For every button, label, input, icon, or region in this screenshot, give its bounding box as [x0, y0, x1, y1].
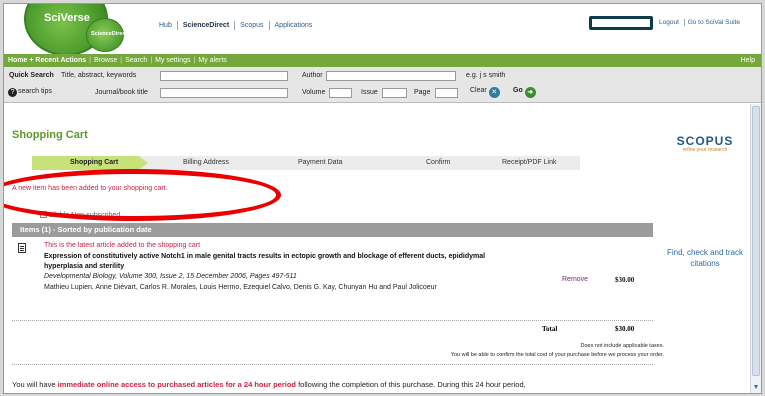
quick-search-title: Quick Search: [9, 72, 54, 79]
clear-x-icon: ✕: [488, 87, 500, 98]
top-nav: Hub ScienceDirect Scopus Applications: [154, 21, 317, 30]
scroll-down-icon[interactable]: ▼: [752, 383, 760, 393]
section-divider: [12, 364, 653, 365]
step-receipt-pdf: Receipt/PDF Link: [502, 159, 557, 166]
nav-hub[interactable]: Hub: [154, 21, 177, 30]
checkout-steps: Shopping Cart Billing Address Payment Da…: [32, 156, 580, 170]
item-price: $30.00: [615, 276, 635, 284]
tax-note: Does not include applicable taxes.: [580, 343, 664, 349]
browser-frame: SciVerse ScienceDirect Hub ScienceDirect…: [3, 3, 762, 394]
journal-input[interactable]: [160, 88, 288, 98]
step-payment-data: Payment Data: [298, 159, 343, 166]
logout-link[interactable]: Logout: [656, 19, 682, 26]
latest-article-note: This is the latest article added to the …: [44, 242, 201, 249]
cart-item: This is the latest article added to the …: [12, 241, 653, 321]
nav-search[interactable]: Search: [125, 57, 147, 64]
scopus-promo[interactable]: SCOPUS refine your research: [664, 134, 746, 153]
access-text-highlight: immediate online access to purchased art…: [57, 380, 297, 389]
sciencedirect-logo-text: ScienceDirect: [91, 31, 128, 37]
sciencedirect-logo[interactable]: ScienceDirect: [86, 18, 128, 52]
clear-button-label: Clear: [470, 87, 487, 94]
author-input[interactable]: [326, 71, 456, 81]
go-button-label: Go: [513, 87, 523, 94]
access-text-end: following the completion of this purchas…: [296, 380, 526, 389]
nav-applications[interactable]: Applications: [268, 21, 318, 30]
scival-link[interactable]: Go to SciVal Suite: [683, 19, 743, 26]
total-label: Total: [542, 325, 558, 333]
article-authors: Mathieu Lupien, Anne Diévart, Carlos R. …: [44, 284, 437, 291]
nav-my-alerts[interactable]: My alerts: [198, 57, 226, 64]
quick-search-panel: Quick Search Title, abstract, keywords A…: [4, 67, 761, 103]
step-billing-address: Billing Address: [183, 159, 229, 166]
document-icon: [18, 243, 26, 253]
issue-input[interactable]: [382, 88, 407, 98]
scrollbar-thumb[interactable]: [752, 106, 760, 376]
journal-label: Journal/book title: [95, 89, 148, 96]
step-shopping-cart: Shopping Cart: [32, 156, 148, 170]
page-input[interactable]: [435, 88, 458, 98]
title-abstract-label: Title, abstract, keywords: [61, 72, 137, 79]
nav-my-settings[interactable]: My settings: [155, 57, 190, 64]
article-journal: Developmental Biology, Volume 300, Issue…: [44, 273, 297, 280]
step-confirm: Confirm: [426, 159, 451, 166]
access-info: You will have immediate online access to…: [12, 380, 652, 389]
nav-home-recent[interactable]: Home + Recent Actions: [8, 57, 86, 64]
issue-label: Issue: [361, 89, 378, 96]
page-title: Shopping Cart: [12, 129, 88, 141]
clear-button[interactable]: Clear ✕: [470, 87, 500, 98]
go-arrow-icon: ➜: [524, 87, 536, 98]
main-nav-bar: Home + Recent Actions | Browse | Search | My s…: [4, 54, 761, 67]
title-abstract-input[interactable]: [160, 71, 288, 81]
site-header: SciVerse ScienceDirect Hub ScienceDirect…: [4, 4, 761, 56]
remove-item-link[interactable]: Remove: [562, 276, 588, 283]
scopus-logo: SCOPUS: [676, 134, 734, 148]
nav-browse[interactable]: Browse: [94, 57, 117, 64]
vertical-scrollbar[interactable]: ▼: [750, 104, 761, 393]
redacted-user-name: [589, 16, 653, 30]
find-citations-link[interactable]: Find, check and track citations: [664, 247, 746, 269]
help-link[interactable]: Help: [741, 54, 755, 67]
items-header: Items (1) - Sorted by publication date: [12, 223, 653, 237]
total-value: $30.00: [615, 325, 635, 333]
access-text-start: You will have: [12, 380, 58, 389]
nav-sciencedirect[interactable]: ScienceDirect: [176, 21, 234, 30]
page-label: Page: [414, 89, 431, 96]
account-links: Logout Go to SciVal Suite: [656, 19, 743, 26]
help-icon: ?: [8, 88, 17, 97]
go-button[interactable]: Go ➜: [513, 87, 536, 98]
nav-scopus[interactable]: Scopus: [234, 21, 268, 30]
search-tips-link[interactable]: ? search tips: [8, 88, 52, 97]
author-example: e.g. j s smith: [466, 72, 506, 79]
confirm-note: You will be able to confirm the total co…: [450, 352, 664, 358]
author-label: Author: [302, 72, 323, 79]
volume-label: Volume: [302, 89, 326, 96]
search-tips-text: search tips: [18, 88, 52, 95]
volume-input[interactable]: [329, 88, 352, 98]
article-title[interactable]: Expression of constitutively active Notc…: [44, 252, 516, 272]
sciverse-logo-text: SciVerse: [44, 12, 90, 24]
